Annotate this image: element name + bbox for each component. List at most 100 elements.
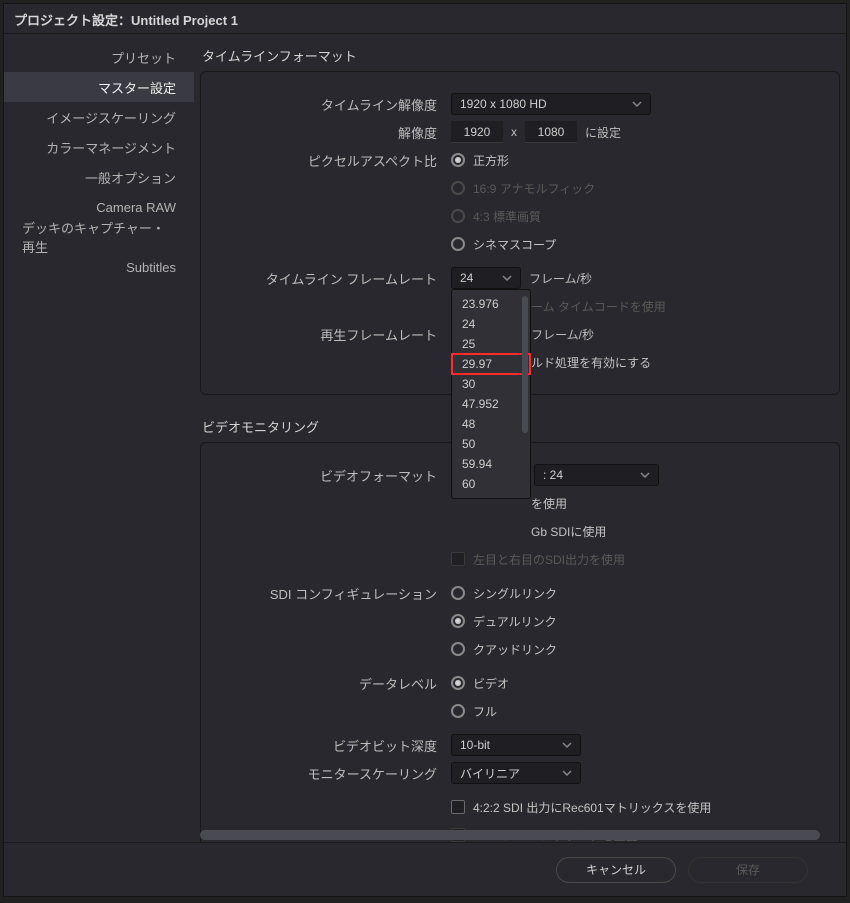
playback-enable-fragment: ルド処理を有効にする [531,354,651,371]
cancel-button[interactable]: キャンセル [556,857,676,883]
project-settings-window: プロジェクト設定：Untitled Project 1 プリセット マスター設定… [3,3,847,897]
radio-label: シネマスコープ [473,236,556,253]
framerate-option[interactable]: 30 [452,374,530,394]
label-monitor-scaling: モニタースケーリング [221,764,451,783]
label-timeline-framerate: タイムライン フレームレート [221,269,451,288]
resolution-suffix: に設定 [585,124,621,141]
framerate-option[interactable]: 25 [452,334,530,354]
radio-label: 正方形 [473,152,509,169]
framerate-option[interactable]: 47.952 [452,394,530,414]
sidebar-item-master-settings[interactable]: マスター設定 [4,72,194,102]
radio-label: 4:3 標準画質 [473,208,541,225]
select-value: 1920 x 1080 HD [460,97,547,111]
checkbox-rec601[interactable] [451,800,465,814]
framerate-option[interactable]: 48 [452,414,530,434]
framerate-unit: フレーム/秒 [529,270,592,287]
radio-sdi-single[interactable] [451,586,465,600]
select-video-format[interactable]: : 24 [534,464,659,486]
label-data-level: データレベル [221,674,451,693]
radio-label: フル [473,703,497,720]
use-label-fragment: を使用 [531,495,567,512]
select-value: バイリニア [460,765,520,782]
select-monitor-scaling[interactable]: バイリニア [451,762,581,784]
panel-video-monitoring: ビデオフォーマット : 24 を使用 [200,442,840,842]
chevron-down-icon [562,740,572,750]
scroll-area[interactable]: タイムラインフォーマット タイムライン解像度 1920 x 1080 HD 解像… [200,44,840,842]
main-panel: タイムラインフォーマット タイムライン解像度 1920 x 1080 HD 解像… [194,34,846,842]
section-title-timeline-format: タイムラインフォーマット [200,44,840,71]
select-bit-depth[interactable]: 10-bit [451,734,581,756]
radio-label: デュアルリンク [473,613,557,630]
radio-label: 16:9 アナモルフィック [473,180,595,197]
sidebar-item-label: Subtitles [126,260,176,275]
radio-aspect-scope[interactable] [451,237,465,251]
label-video-format: ビデオフォーマット [221,466,451,485]
settings-sidebar: プリセット マスター設定 イメージスケーリング カラーマネージメント 一般オプシ… [4,34,194,842]
framerate-option[interactable]: 50 [452,434,530,454]
sidebar-item-label: プリセット [111,48,176,67]
sidebar-item-label: マスター設定 [98,78,176,97]
dropdown-scrollbar-thumb[interactable] [522,296,528,433]
project-name: Untitled Project 1 [131,13,238,28]
framerate-dropdown[interactable]: 23.976 24 25 29.97 30 47.952 48 50 59.94 [451,289,531,499]
sidebar-item-label: カラーマネージメント [46,138,176,157]
input-resolution-width[interactable]: 1920 [451,121,503,143]
select-timeline-resolution[interactable]: 1920 x 1080 HD [451,93,651,115]
window-title: プロジェクト設定：Untitled Project 1 [4,4,846,34]
sidebar-item-image-scaling[interactable]: イメージスケーリング [4,102,194,132]
select-value: : 24 [543,468,563,482]
chevron-down-icon [562,768,572,778]
sidebar-item-deck-capture-playback[interactable]: デッキのキャプチャー・再生 [4,222,194,252]
horizontal-scrollbar[interactable] [200,830,826,840]
chevron-down-icon [502,273,512,283]
checkbox-lr-sdi[interactable] [451,552,465,566]
radio-datalevel-full[interactable] [451,704,465,718]
panel-timeline-format: タイムライン解像度 1920 x 1080 HD 解像度 1920 x [200,71,840,395]
sidebar-item-label: Camera RAW [96,200,176,215]
title-prefix: プロジェクト設定： [14,13,131,28]
dropdown-scrollbar[interactable] [522,296,528,492]
select-value: 10-bit [460,738,490,752]
lr-sdi-label: 左目と右目のSDI出力を使用 [473,551,625,568]
radio-sdi-quad[interactable] [451,642,465,656]
resolution-x: x [511,125,517,139]
select-timeline-framerate[interactable]: 24 [451,267,521,289]
sidebar-item-label: 一般オプション [85,168,176,187]
rec601-label: 4:2:2 SDI 出力にRec601マトリックスを使用 [473,799,711,816]
framerate-option[interactable]: 23.976 [452,294,530,314]
save-button[interactable]: 保存 [688,857,808,883]
label-pixel-aspect: ピクセルアスペクト比 [221,151,451,170]
playback-unit: フレーム/秒 [531,326,594,343]
input-resolution-height[interactable]: 1080 [525,121,577,143]
radio-sdi-dual[interactable] [451,614,465,628]
radio-aspect-anamorphic[interactable] [451,181,465,195]
framerate-option[interactable]: 59.94 [452,454,530,474]
label-playback-framerate: 再生フレームレート [221,325,451,344]
button-label: キャンセル [586,861,646,878]
radio-datalevel-video[interactable] [451,676,465,690]
framerate-option[interactable]: 60 [452,474,530,494]
label-resolution: 解像度 [221,123,451,142]
sidebar-item-general-options[interactable]: 一般オプション [4,162,194,192]
radio-label: クアッドリンク [473,641,557,658]
framerate-option-highlighted[interactable]: 29.97 [452,354,530,374]
sidebar-item-color-management[interactable]: カラーマネージメント [4,132,194,162]
radio-aspect-sd[interactable] [451,209,465,223]
horizontal-scrollbar-thumb[interactable] [200,830,820,840]
footer: キャンセル 保存 [4,842,846,896]
label-timeline-resolution: タイムライン解像度 [221,95,451,114]
dropframe-label-fragment: ーム タイムコードを使用 [531,298,666,315]
radio-label: ビデオ [473,675,509,692]
radio-aspect-square[interactable] [451,153,465,167]
chevron-down-icon [632,99,642,109]
chevron-down-icon [640,470,650,480]
framerate-option[interactable]: 24 [452,314,530,334]
label-sdi-config: SDI コンフィギュレーション [221,584,451,603]
radio-label: シングルリンク [473,585,557,602]
label-bit-depth: ビデオビット深度 [221,736,451,755]
body: プリセット マスター設定 イメージスケーリング カラーマネージメント 一般オプシ… [4,34,846,842]
sidebar-item-subtitles[interactable]: Subtitles [4,252,194,282]
sidebar-item-presets[interactable]: プリセット [4,42,194,72]
button-label: 保存 [736,861,760,878]
use-sdi-label-fragment: Gb SDIに使用 [531,523,606,540]
